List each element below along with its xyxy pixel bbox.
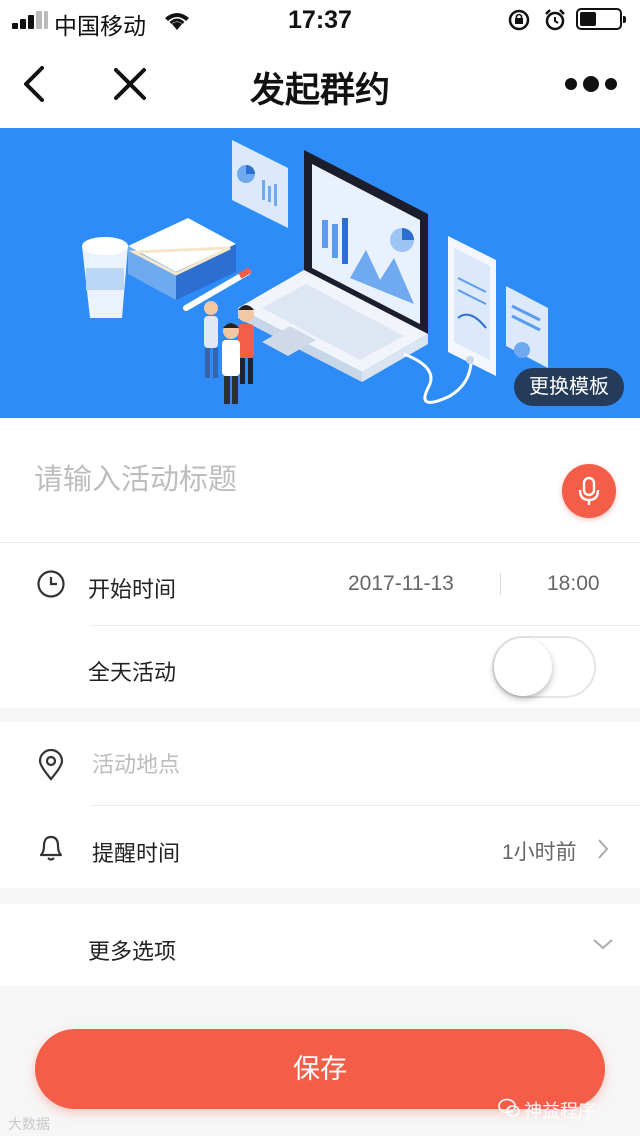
page-title: 发起群约 [249,71,390,110]
divider [500,573,501,595]
navigation-bar: 发起群约 [0,40,640,128]
save-button[interactable]: 保存 [35,1029,605,1109]
title-row [0,418,640,543]
watermark-left: 大数据 [8,1116,50,1132]
all-day-label: 全天活动 [88,660,177,685]
battery-icon [576,8,626,30]
wechat-icon [498,1098,520,1117]
chevron-down-icon[interactable] [592,937,614,951]
all-day-toggle[interactable] [492,636,596,698]
more-dots-icon[interactable] [562,72,620,96]
voice-input-button[interactable] [562,464,616,518]
start-time-label: 开始时间 [88,577,177,602]
divider [90,805,640,806]
microphone-icon [578,476,600,505]
change-template-button[interactable]: 更换模板 [514,368,624,406]
start-time-value[interactable]: 18:00 [547,572,600,596]
status-bar: 中国移动 17:37 [0,0,640,40]
location-input[interactable] [92,748,592,782]
close-icon[interactable] [108,62,152,106]
reminder-value[interactable]: 1小时前 [502,836,577,866]
start-date-value[interactable]: 2017-11-13 [348,572,454,596]
bell-icon [39,835,63,861]
clock-icon [37,570,65,598]
divider [90,625,640,626]
location-pin-icon [38,749,64,781]
more-options-label: 更多选项 [88,939,177,964]
alarm-icon [545,9,565,31]
chevron-left-icon[interactable] [14,60,54,108]
reminder-label: 提醒时间 [92,841,181,866]
activity-title-input[interactable] [34,458,514,502]
watermark-right: 神益程序 [524,1101,596,1121]
toggle-knob [494,638,552,696]
rotation-lock-icon [508,9,530,31]
chevron-right-icon[interactable] [596,838,610,860]
